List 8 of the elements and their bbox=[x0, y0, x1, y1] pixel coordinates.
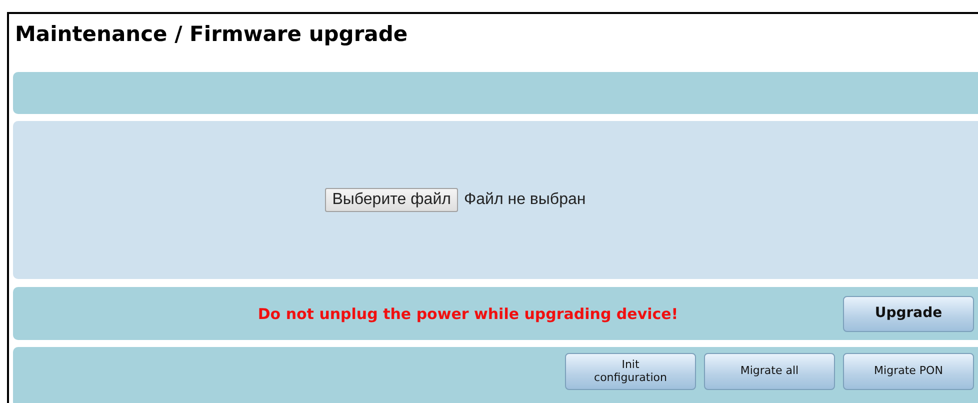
action-button[interactable]: Migrate all bbox=[704, 353, 835, 390]
action-button[interactable]: Migrate PON bbox=[843, 353, 974, 390]
choose-file-button[interactable]: Выберите файл bbox=[325, 188, 458, 212]
page-title: Maintenance / Firmware upgrade bbox=[14, 21, 409, 48]
action-button[interactable]: Init configuration bbox=[565, 353, 696, 390]
file-status: Файл не выбран bbox=[464, 191, 586, 209]
warning-text: Do not unplug the power while upgrading device! bbox=[256, 304, 680, 322]
upgrade-button[interactable]: Upgrade bbox=[843, 296, 974, 332]
